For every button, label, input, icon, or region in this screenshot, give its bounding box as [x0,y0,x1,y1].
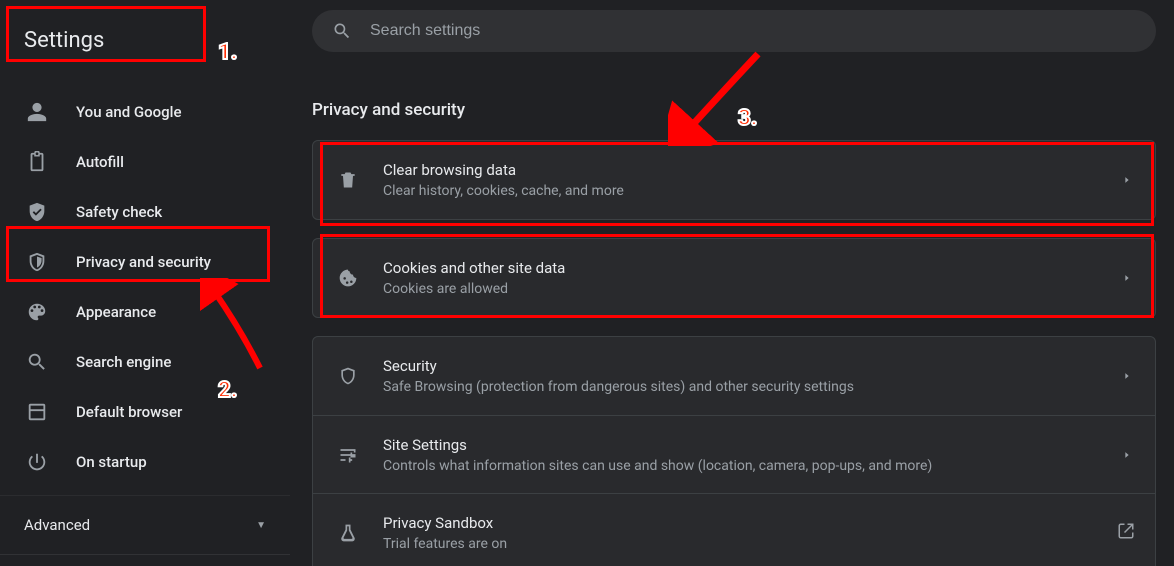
browser-icon [26,401,48,423]
row-cookies[interactable]: Cookies and other site data Cookies are … [313,239,1155,317]
chevron-right-icon [1119,270,1135,286]
chevron-down-icon: ▼ [256,520,266,531]
sidebar-item-label: On startup [76,453,147,471]
sidebar-item-default-browser[interactable]: Default browser [0,387,290,437]
open-external-icon [1117,522,1135,544]
sidebar-item-label: Autofill [76,153,124,171]
row-subtitle: Safe Browsing (protection from dangerous… [383,379,1119,395]
search-input[interactable] [370,22,1136,40]
page-title: Settings [0,14,290,71]
flask-icon [337,522,359,544]
sidebar-item-label: Safety check [76,203,162,221]
row-subtitle: Controls what information sites can use … [383,458,1119,474]
cookie-icon [337,267,359,289]
sidebar-item-you-and-google[interactable]: You and Google [0,87,290,137]
palette-icon [26,301,48,323]
row-subtitle: Trial features are on [383,536,1117,552]
row-site-settings[interactable]: Site Settings Controls what information … [313,415,1155,493]
shield-icon [337,365,359,387]
chevron-right-icon [1119,172,1135,188]
row-title: Privacy Sandbox [383,514,1117,532]
row-clear-browsing-data[interactable]: Clear browsing data Clear history, cooki… [313,141,1155,219]
chevron-right-icon [1119,368,1135,384]
shield-check-icon [26,201,48,223]
row-privacy-sandbox[interactable]: Privacy Sandbox Trial features are on [313,493,1155,566]
annotation-number-1: 1. [218,40,237,65]
sidebar-item-label: Default browser [76,403,182,421]
shield-icon [26,251,48,273]
chevron-right-icon [1119,447,1135,463]
sliders-icon [337,444,359,466]
clipboard-icon [26,151,48,173]
row-title: Cookies and other site data [383,259,1119,277]
sidebar-item-safety-check[interactable]: Safety check [0,187,290,237]
advanced-label: Advanced [24,516,90,534]
row-title: Clear browsing data [383,161,1119,179]
trash-icon [337,169,359,191]
search-icon [26,351,48,373]
search-bar[interactable] [312,10,1156,52]
sidebar-item-label: Search engine [76,353,171,371]
main: Privacy and security Clear browsing data… [290,0,1174,566]
search-icon [332,21,352,41]
advanced-toggle[interactable]: Advanced ▼ [0,495,290,546]
annotation-number-3: 3. [738,106,757,131]
section-title: Privacy and security [312,100,1156,120]
sidebar-item-autofill[interactable]: Autofill [0,137,290,187]
row-subtitle: Clear history, cookies, cache, and more [383,183,1119,199]
row-subtitle: Cookies are allowed [383,281,1119,297]
row-security[interactable]: Security Safe Browsing (protection from … [313,337,1155,415]
row-title: Security [383,357,1119,375]
sidebar: Settings You and Google Autofill Safety … [0,0,290,566]
sidebar-item-privacy-security[interactable]: Privacy and security [0,237,290,287]
row-title: Site Settings [383,436,1119,454]
sidebar-item-label: You and Google [76,103,181,121]
person-icon [26,101,48,123]
sidebar-item-label: Privacy and security [76,253,211,271]
sidebar-item-on-startup[interactable]: On startup [0,437,290,487]
annotation-number-2: 2. [218,378,237,403]
sidebar-item-appearance[interactable]: Appearance [0,287,290,337]
power-icon [26,451,48,473]
sidebar-item-search-engine[interactable]: Search engine [0,337,290,387]
sidebar-item-label: Appearance [76,303,156,321]
